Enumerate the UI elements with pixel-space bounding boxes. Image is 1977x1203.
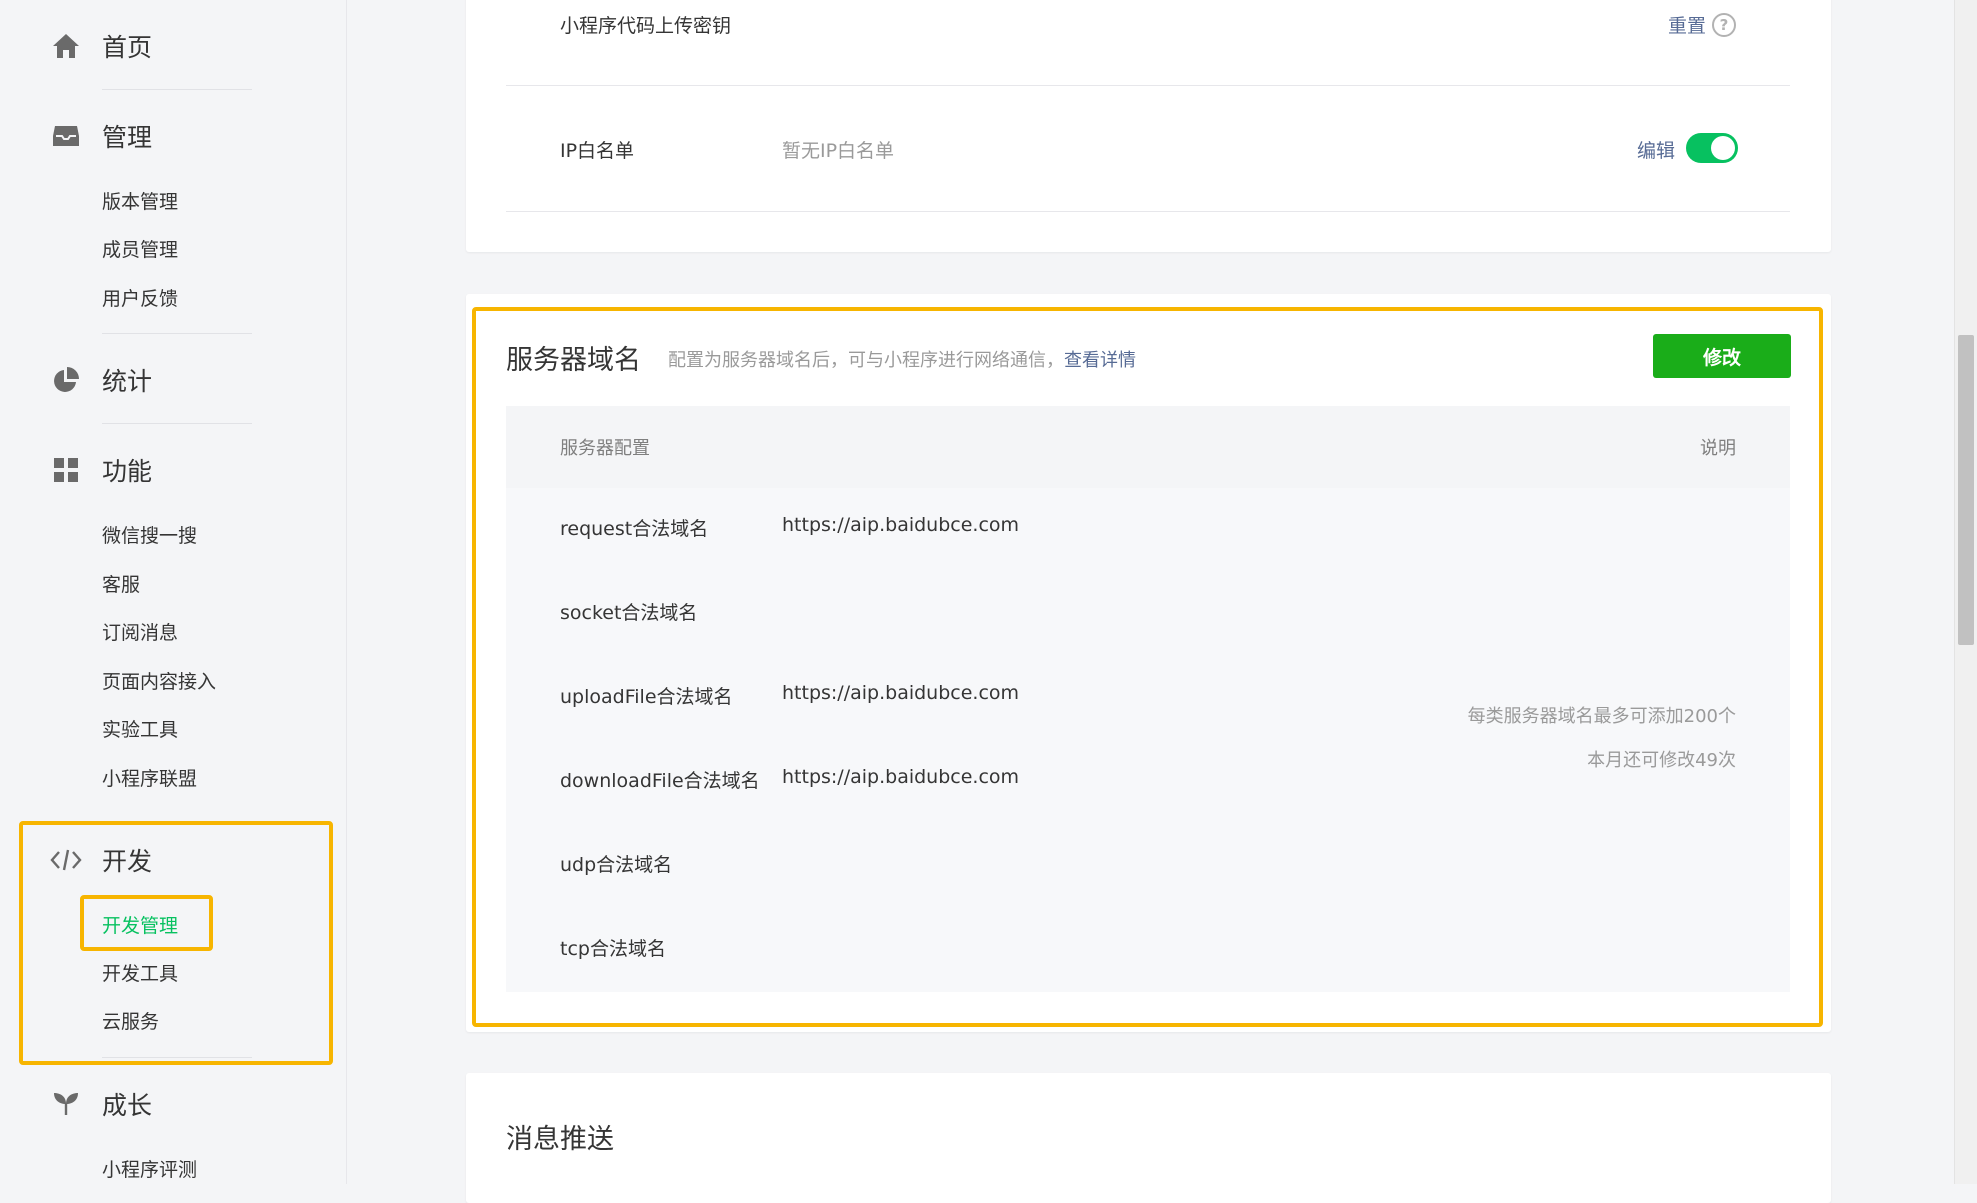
page-scrollbar[interactable] <box>1954 0 1977 1184</box>
grid-icon <box>50 454 82 486</box>
sidebar-item-member-manage[interactable]: 成员管理 <box>102 237 178 263</box>
sidebar: 首页 管理 版本管理 成员管理 用户反馈 统计 功能 微信搜一搜 客服 订阅消息… <box>0 0 347 1184</box>
pie-chart-icon <box>50 364 82 396</box>
sidebar-item-manage[interactable]: 管理 <box>50 116 152 156</box>
sidebar-item-cloud-service[interactable]: 云服务 <box>102 1009 159 1035</box>
sprout-icon <box>50 1088 82 1120</box>
sidebar-item-version-manage[interactable]: 版本管理 <box>102 189 178 215</box>
inbox-icon <box>50 120 82 152</box>
sidebar-item-label: 首页 <box>102 33 153 62</box>
reset-link[interactable]: 重置 <box>1668 11 1706 38</box>
sidebar-item-stats[interactable]: 统计 <box>50 360 152 400</box>
sidebar-divider <box>102 423 252 424</box>
dev-settings-card: 小程序代码上传密钥 重置 ? IP白名单 暂无IP白名单 编辑 <box>466 0 1831 252</box>
highlight-box-server-domain <box>472 307 1823 1027</box>
help-icon[interactable]: ? <box>1712 13 1736 37</box>
sidebar-item-experiment-tools[interactable]: 实验工具 <box>102 717 178 743</box>
sidebar-divider <box>102 1057 252 1058</box>
sidebar-item-miniprogram-review[interactable]: 小程序评测 <box>102 1157 197 1183</box>
sidebar-item-dev-tools[interactable]: 开发工具 <box>102 961 178 987</box>
edit-link[interactable]: 编辑 <box>1637 136 1675 163</box>
sidebar-item-customer-service[interactable]: 客服 <box>102 572 140 598</box>
sidebar-item-page-content[interactable]: 页面内容接入 <box>102 669 216 695</box>
sidebar-divider <box>102 89 252 90</box>
sidebar-item-label: 统计 <box>102 367 153 396</box>
row-divider <box>506 211 1790 212</box>
sidebar-item-wechat-search[interactable]: 微信搜一搜 <box>102 523 197 549</box>
upload-key-label: 小程序代码上传密钥 <box>560 15 732 37</box>
row-divider <box>506 85 1790 86</box>
sidebar-item-miniprogram-alliance[interactable]: 小程序联盟 <box>102 766 197 792</box>
sidebar-divider <box>102 333 252 334</box>
sidebar-item-growth[interactable]: 成长 <box>50 1084 152 1124</box>
ip-whitelist-label: IP白名单 <box>560 140 635 162</box>
home-icon <box>50 30 82 62</box>
sidebar-item-label: 功能 <box>102 457 153 486</box>
sidebar-item-label: 管理 <box>102 123 153 152</box>
code-icon <box>50 844 82 876</box>
sidebar-item-develop[interactable]: 开发 <box>50 840 152 880</box>
sidebar-item-label: 开发 <box>102 847 153 876</box>
sidebar-item-dev-manage[interactable]: 开发管理 <box>102 913 178 939</box>
sidebar-item-features[interactable]: 功能 <box>50 450 152 490</box>
ip-whitelist-toggle[interactable] <box>1686 133 1738 163</box>
sidebar-item-subscribe-message[interactable]: 订阅消息 <box>102 620 178 646</box>
sidebar-item-home[interactable]: 首页 <box>50 26 152 66</box>
message-push-title: 消息推送 <box>506 1124 614 1155</box>
scrollbar-thumb[interactable] <box>1958 335 1974 645</box>
sidebar-item-label: 成长 <box>102 1091 153 1120</box>
sidebar-item-user-feedback[interactable]: 用户反馈 <box>102 286 178 312</box>
ip-whitelist-value: 暂无IP白名单 <box>782 140 895 162</box>
